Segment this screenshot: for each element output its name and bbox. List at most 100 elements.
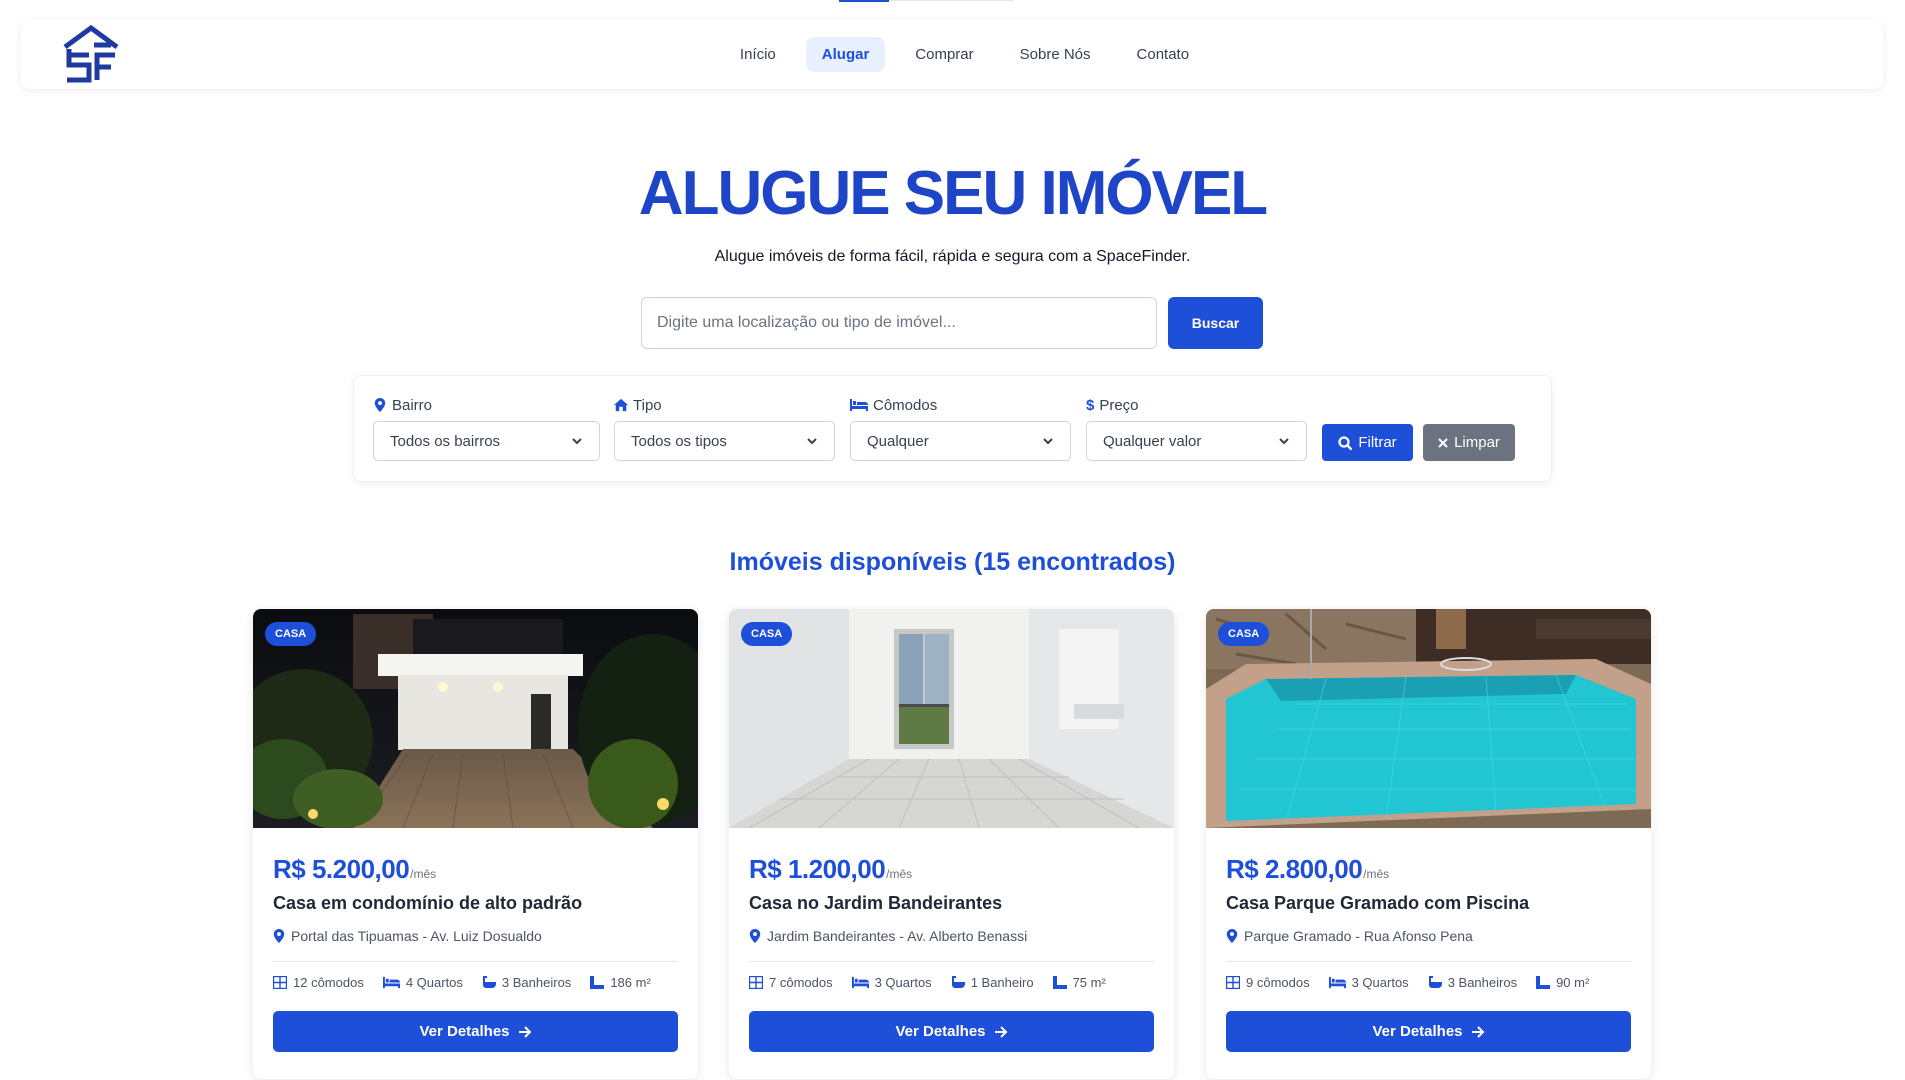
listing-photo[interactable]: CASA <box>253 609 698 828</box>
map-pin-icon <box>749 929 761 943</box>
bairro-select-value: Todos os bairros <box>390 432 501 450</box>
feature-area: 75 m² <box>1052 975 1106 990</box>
main-nav: Início Alugar Comprar Sobre Nós Contato <box>21 37 1883 72</box>
feature-bathrooms: 1 Banheiro <box>951 975 1034 990</box>
nav-item-alugar[interactable]: Alugar <box>805 37 886 72</box>
filter-button[interactable]: Filtrar <box>1322 424 1413 461</box>
price-period: /mês <box>410 867 437 881</box>
listing-title[interactable]: Casa no Jardim Bandeirantes <box>749 893 1002 914</box>
map-pin-icon <box>1226 929 1238 943</box>
grid-icon <box>1226 976 1240 989</box>
property-type-badge: CASA <box>741 622 793 646</box>
feature-area-text: 90 m² <box>1556 975 1590 990</box>
feature-bathrooms-text: 3 Banheiros <box>501 975 572 990</box>
listing-title[interactable]: Casa em condomínio de alto padrão <box>273 893 582 914</box>
listing-photo[interactable]: CASA <box>1206 609 1651 828</box>
feature-bathrooms-text: 3 Banheiros <box>1447 975 1518 990</box>
clear-button[interactable]: Limpar <box>1423 424 1515 461</box>
filter-tipo-label-row: Tipo <box>614 396 835 414</box>
feature-bedrooms: 3 Quartos <box>851 975 932 990</box>
feature-rooms: 12 cômodos <box>273 975 364 990</box>
feature-bathrooms: 3 Banheiros <box>482 975 571 990</box>
listing-address-text: Jardim Bandeirantes - Av. Alberto Benass… <box>767 928 1028 944</box>
bed-icon <box>850 399 868 411</box>
feature-bathrooms-text: 1 Banheiro <box>970 975 1034 990</box>
filter-preco: $ Preço Qualquer valor <box>1086 396 1307 461</box>
search-button[interactable]: Buscar <box>1168 297 1263 349</box>
view-details-button[interactable]: Ver Detalhes <box>273 1011 678 1052</box>
map-pin-icon <box>273 929 285 943</box>
filter-preco-label-row: $ Preço <box>1086 396 1307 414</box>
listing-address: Portal das Tipuamas - Av. Luiz Dosualdo <box>273 928 542 944</box>
comodos-select-value: Qualquer <box>867 432 929 450</box>
chevron-down-icon <box>572 438 582 445</box>
price-period: /mês <box>886 867 913 881</box>
property-type-badge: CASA <box>1218 622 1270 646</box>
chevron-down-icon <box>1279 438 1289 445</box>
nav-item-comprar[interactable]: Comprar <box>899 37 989 72</box>
listing-photo[interactable]: CASA <box>729 609 1174 828</box>
filter-panel: Bairro Todos os bairros Tipo Todos os ti… <box>353 375 1552 482</box>
navbar: Início Alugar Comprar Sobre Nós Contato <box>21 19 1883 89</box>
search-icon <box>1338 435 1353 450</box>
bairro-select[interactable]: Todos os bairros <box>373 421 600 461</box>
listing-card[interactable]: CASA R$ 1.200,00 /mês Casa no Jardim Ban… <box>729 609 1174 1079</box>
feature-bathrooms: 3 Banheiros <box>1428 975 1517 990</box>
grid-icon <box>749 976 763 989</box>
listing-price: R$ 1.200,00 <box>749 854 886 884</box>
bath-icon <box>951 976 965 988</box>
divider <box>749 961 1154 962</box>
top-scroll-indicator <box>839 0 889 2</box>
tipo-select-value: Todos os tipos <box>631 432 727 450</box>
filter-comodos-label-row: Cômodos <box>850 396 1071 414</box>
listing-address-text: Parque Gramado - Rua Afonso Pena <box>1244 928 1473 944</box>
grid-icon <box>273 976 287 989</box>
listing-address: Parque Gramado - Rua Afonso Pena <box>1226 928 1473 944</box>
tipo-select[interactable]: Todos os tipos <box>614 421 835 461</box>
view-details-button[interactable]: Ver Detalhes <box>749 1011 1154 1052</box>
feature-rooms: 9 cômodos <box>1226 975 1310 990</box>
listing-address: Jardim Bandeirantes - Av. Alberto Benass… <box>749 928 1027 944</box>
ruler-icon <box>1536 976 1551 989</box>
listing-card[interactable]: CASA R$ 2.800,00 /mês Casa Parque Gramad… <box>1206 609 1651 1079</box>
property-type-badge: CASA <box>265 622 317 646</box>
preco-select[interactable]: Qualquer valor <box>1086 421 1307 461</box>
filter-preco-label: Preço <box>1099 396 1139 414</box>
preco-select-value: Qualquer valor <box>1103 432 1202 450</box>
search-bar: Buscar <box>641 297 1263 349</box>
listing-title[interactable]: Casa Parque Gramado com Piscina <box>1226 893 1529 914</box>
comodos-select[interactable]: Qualquer <box>850 421 1071 461</box>
nav-item-contato[interactable]: Contato <box>1121 37 1206 72</box>
view-details-button[interactable]: Ver Detalhes <box>1226 1011 1631 1052</box>
listing-card[interactable]: CASA R$ 5.200,00 /mês Casa em condomínio… <box>253 609 698 1079</box>
price-period: /mês <box>1363 867 1390 881</box>
price-row: R$ 5.200,00 /mês <box>273 854 436 885</box>
arrow-right-icon <box>518 1025 531 1038</box>
bed-icon <box>851 976 869 989</box>
feature-rooms-text: 12 cômodos <box>293 975 364 990</box>
filter-bairro-label-row: Bairro <box>373 396 600 414</box>
top-scroll-track <box>889 0 1014 1</box>
feature-bedrooms-text: 3 Quartos <box>874 975 932 990</box>
dollar-icon: $ <box>1086 396 1095 414</box>
feature-bedrooms-text: 3 Quartos <box>1351 975 1409 990</box>
search-input[interactable] <box>641 297 1157 349</box>
home-icon <box>614 398 628 412</box>
feature-area: 90 m² <box>1536 975 1589 990</box>
nav-item-inicio[interactable]: Início <box>724 37 792 72</box>
filter-tipo: Tipo Todos os tipos <box>614 396 835 461</box>
divider <box>1226 961 1631 962</box>
bed-icon <box>1328 976 1346 989</box>
view-details-label: Ver Detalhes <box>1372 1023 1463 1040</box>
feature-area-text: 186 m² <box>610 975 651 990</box>
filter-comodos-label: Cômodos <box>873 396 938 414</box>
feature-rooms-text: 9 cômodos <box>1246 975 1310 990</box>
ruler-icon <box>590 976 605 989</box>
clear-button-label: Limpar <box>1454 434 1500 451</box>
filter-bairro: Bairro Todos os bairros <box>373 396 600 461</box>
chevron-down-icon <box>1043 438 1053 445</box>
bath-icon <box>1428 976 1442 988</box>
nav-item-sobre-nos[interactable]: Sobre Nós <box>1004 37 1107 72</box>
filter-comodos: Cômodos Qualquer <box>850 396 1071 461</box>
feature-area: 186 m² <box>590 975 651 990</box>
